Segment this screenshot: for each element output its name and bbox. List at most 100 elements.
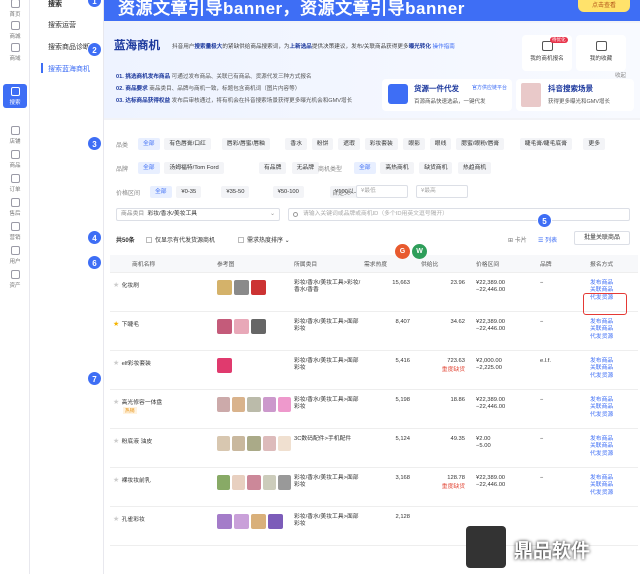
opportunity-name[interactable]: 下睫毛 [122, 322, 139, 328]
subnav-blue-ocean[interactable]: 搜索蓝海商机 [48, 64, 90, 74]
action-link[interactable]: 发布商品 [590, 436, 638, 444]
product-thumbnail[interactable] [234, 279, 249, 295]
opportunity-type-chip[interactable]: 高热商机 [380, 162, 414, 174]
product-thumbnail[interactable] [251, 279, 266, 295]
product-thumbnail[interactable] [262, 474, 276, 490]
action-link[interactable]: 关联商品 [590, 443, 638, 451]
action-link[interactable]: 代发货源 [590, 490, 638, 498]
product-thumbnail[interactable] [262, 435, 276, 451]
action-link[interactable]: 发布商品 [590, 475, 638, 483]
column-header[interactable]: 需求热度 [361, 255, 418, 273]
action-link[interactable]: 关联商品 [590, 365, 638, 373]
product-thumbnail[interactable] [251, 318, 266, 334]
price-chip[interactable]: ¥35-50 [221, 186, 250, 198]
product-thumbnail[interactable] [217, 474, 231, 490]
favorite-star-icon[interactable]: ★ [113, 360, 120, 367]
rail-item-goods[interactable]: 商品 [0, 150, 30, 169]
opportunity-type-chip[interactable]: 缺货商机 [419, 162, 453, 174]
product-thumbnail[interactable] [247, 435, 261, 451]
opportunity-name[interactable]: 粉底液 油皮 [122, 439, 153, 445]
avatar-g[interactable]: G [395, 244, 410, 259]
category-chip[interactable]: 全部 [138, 138, 160, 150]
product-thumbnail[interactable] [277, 435, 292, 451]
action-link[interactable]: 发布商品 [590, 358, 638, 366]
action-link[interactable]: 代发货源 [590, 373, 638, 381]
subnav-search[interactable]: 搜索 [48, 0, 62, 9]
price-chip[interactable]: ¥0-35 [176, 186, 202, 198]
price-max-input[interactable]: ¥最高 [416, 185, 468, 198]
promo-search-scene[interactable]: 抖音搜索场景 获得更多曝光和GMV增长 [516, 79, 634, 111]
product-thumbnail[interactable] [217, 396, 231, 412]
category-select[interactable]: 商品类目 彩妆/香水/美妆工具 ⌄ [116, 208, 280, 221]
product-thumbnail[interactable] [232, 396, 246, 412]
sort-dropdown[interactable]: 需求热度排序 ⌄ [238, 235, 290, 244]
favorite-star-icon[interactable]: ★ [113, 477, 120, 484]
opportunity-name[interactable]: 裸妆妆前乳 [122, 478, 151, 484]
product-thumbnail[interactable] [251, 513, 266, 529]
product-thumbnail[interactable] [262, 396, 276, 412]
opportunity-name[interactable]: 化妆刷 [122, 283, 139, 289]
rail-item-home[interactable]: 首页 [0, 0, 30, 18]
action-link[interactable]: 关联商品 [590, 326, 638, 334]
category-chip[interactable]: 遮瑕 [338, 138, 360, 150]
rail-item-user[interactable]: 用户 [0, 246, 30, 265]
brand-chip[interactable]: 汤姆福特/Tom Ford [164, 162, 224, 174]
favorite-star-icon[interactable]: ★ [113, 438, 120, 445]
product-thumbnail[interactable] [217, 279, 232, 295]
only-supply-checkbox[interactable]: 仅显示有代发货源商机 [146, 235, 215, 244]
product-thumbnail[interactable] [247, 474, 261, 490]
rail-item-shop[interactable]: 商城 [0, 21, 30, 40]
action-link[interactable]: 关联商品 [590, 482, 638, 490]
product-thumbnail[interactable] [234, 318, 249, 334]
opportunity-type-chip[interactable]: 热趋商机 [458, 162, 492, 174]
price-min-input[interactable]: ¥最低 [356, 185, 408, 198]
action-link[interactable]: 发布商品 [590, 280, 638, 288]
category-chip[interactable]: 彩妆套装 [364, 138, 398, 150]
avatar-w[interactable]: W [412, 244, 427, 259]
product-thumbnail[interactable] [277, 474, 292, 490]
rail-item-asset[interactable]: 资产 [0, 270, 30, 289]
price-chip[interactable]: 全部 [150, 186, 172, 198]
bulk-associate-button[interactable]: 批量关联商品 [574, 231, 630, 245]
my-signups-button[interactable]: 待优化 我的商机报名 [522, 35, 572, 71]
top-banner[interactable]: 资源文章引导banner，资源文章引导banner 点击查看 [104, 0, 640, 21]
product-thumbnail[interactable] [217, 513, 232, 529]
action-link[interactable]: 发布商品 [590, 319, 638, 327]
action-link[interactable]: 代发货源 [590, 334, 638, 342]
opportunity-type-chip[interactable]: 全部 [354, 162, 376, 174]
product-thumbnail[interactable] [234, 513, 249, 529]
favorite-star-icon[interactable]: ★ [113, 282, 120, 289]
product-thumbnail[interactable] [247, 396, 261, 412]
rail-item-grid[interactable]: 商域 [0, 43, 30, 62]
search-input[interactable]: 请输入关键词或品牌或商机ID（多个ID用英文逗号隔开） [288, 208, 630, 221]
category-chip[interactable]: 唇彩/唇蜜/唇釉 [221, 138, 270, 150]
subnav-search-diagnosis[interactable]: 搜索商品诊断 [48, 42, 90, 52]
opportunity-name[interactable]: 高光修容一体盘 [122, 400, 163, 406]
rail-item-after-sales[interactable]: 售后 [0, 198, 30, 217]
my-favorites-button[interactable]: 我的收藏 [576, 35, 626, 71]
list-view-toggle[interactable]: ☰ 列表 [538, 235, 557, 244]
favorite-star-icon[interactable]: ★ [113, 516, 120, 523]
action-link[interactable]: 发布商品 [590, 397, 638, 405]
product-thumbnail[interactable] [217, 435, 231, 451]
rail-item-search[interactable]: 搜索 [3, 84, 27, 108]
card-view-toggle[interactable]: ⊞ 卡片 [508, 235, 527, 244]
product-thumbnail[interactable] [268, 513, 283, 529]
action-link[interactable]: 代发货源 [590, 451, 638, 459]
brand-chip[interactable]: 无品牌 [291, 162, 319, 174]
product-thumbnail[interactable] [277, 396, 292, 412]
category-chip[interactable]: 有色唇膏/口红 [164, 138, 211, 150]
product-thumbnail[interactable] [232, 474, 246, 490]
rail-item-order[interactable]: 订单 [0, 174, 30, 193]
brand-chip[interactable]: 有品牌 [259, 162, 287, 174]
category-chip[interactable]: 眼影 [403, 138, 425, 150]
product-thumbnail[interactable] [217, 357, 232, 373]
collapse-toggle[interactable]: 收起 [615, 71, 626, 79]
price-chip[interactable]: ¥50-100 [272, 186, 304, 198]
promo-supply[interactable]: 货源一件代发 官方供应链平台 百源商品快速选品，一键代发 [382, 79, 512, 111]
rail-item-store[interactable]: 店铺 [0, 126, 30, 145]
category-chip[interactable]: 睫毛膏/睫毛底膏 [519, 138, 572, 150]
category-chip[interactable]: 腮蜜/眼粉/唇膏 [456, 138, 505, 150]
favorite-star-icon[interactable]: ★ [113, 321, 120, 328]
opportunity-name[interactable]: 孔雀彩妆 [122, 517, 145, 523]
